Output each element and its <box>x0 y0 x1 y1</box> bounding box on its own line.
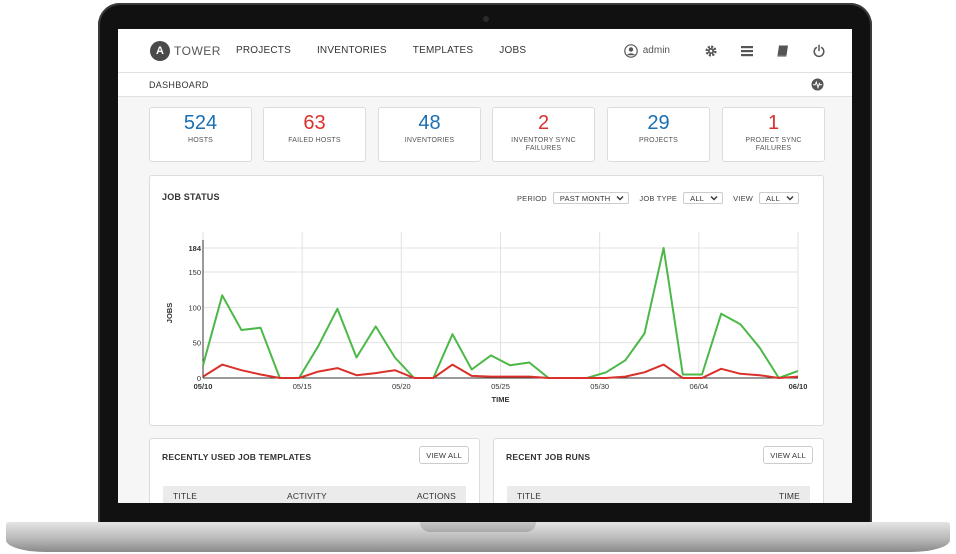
list-icon[interactable] <box>740 44 754 58</box>
username[interactable]: admin <box>643 45 670 56</box>
book-icon[interactable] <box>776 44 790 58</box>
card-hosts[interactable]: 524 HOSTS <box>149 107 252 162</box>
nav-links: PROJECTS INVENTORIES TEMPLATES JOBS <box>236 45 552 56</box>
power-icon[interactable] <box>812 44 826 58</box>
y-tick-label: 150 <box>188 268 201 277</box>
y-axis-label: JOBS <box>165 303 174 323</box>
x-axis-label: TIME <box>492 395 510 404</box>
chevron-down-icon <box>786 196 794 201</box>
x-tick-label: 05/15 <box>293 382 312 391</box>
job-type-value: ALL <box>690 193 705 203</box>
brand-logo: A <box>150 40 170 61</box>
nav-templates[interactable]: TEMPLATES <box>413 45 474 56</box>
card-failed-hosts[interactable]: 63 FAILED HOSTS <box>263 107 366 162</box>
job-status-panel: 05/10 05/15 05/20 05/25 05/30 06/04 06/10 0 50 10… <box>149 175 824 426</box>
y-tick-label: 184 <box>188 244 201 253</box>
period-select[interactable]: PAST MONTH <box>552 192 630 204</box>
x-tick-label: 05/25 <box>491 382 510 391</box>
count-cards: 524 HOSTS 63 FAILED HOSTS 48 INVENTORIES… <box>149 107 825 162</box>
recent-jobs-title: RECENT JOB RUNS <box>506 452 591 462</box>
view-label: VIEW <box>733 193 754 203</box>
user-icon[interactable] <box>623 43 638 58</box>
recent-templates-panel: RECENTLY USED JOB TEMPLATES VIEW ALL TIT… <box>149 438 480 503</box>
breadcrumb[interactable]: DASHBOARD <box>149 80 209 90</box>
chevron-down-icon <box>616 196 624 201</box>
view-value: ALL <box>766 193 780 203</box>
activity-stream-icon[interactable] <box>811 78 824 91</box>
label-inventories: INVENTORIES <box>404 137 455 144</box>
label-project-sync-failures: PROJECT SYNC FAILURES <box>745 137 802 152</box>
x-tick-label: 06/04 <box>689 382 708 391</box>
top-nav: A TOWER PROJECTS INVENTORIES TEMPLATES J… <box>118 29 852 73</box>
x-tick-label: 05/10 <box>194 382 213 391</box>
count-inventories: 48 <box>418 112 441 134</box>
label-inventory-sync-failures: INVENTORY SYNC FAILURES <box>511 137 576 152</box>
count-failed-hosts: 63 <box>303 112 326 134</box>
y-tick-label: 0 <box>197 374 201 383</box>
nav-right: admin <box>623 43 826 58</box>
templates-table-header: TITLE ACTIVITY ACTIONS <box>163 486 466 503</box>
chart-filters: PERIOD PAST MONTH JOB TYPE ALL VIEW ALL <box>517 192 799 204</box>
label-failed-hosts: FAILED HOSTS <box>288 137 341 144</box>
x-tick-label: 05/30 <box>590 382 609 391</box>
view-select[interactable]: ALL <box>759 192 799 204</box>
period-label: PERIOD <box>516 193 547 203</box>
gear-icon[interactable] <box>704 44 718 58</box>
job-type-select[interactable]: ALL <box>683 192 724 204</box>
job-type-label: JOB TYPE <box>639 193 678 203</box>
app-screen: A TOWER PROJECTS INVENTORIES TEMPLATES J… <box>118 29 852 503</box>
col-time[interactable]: TIME <box>779 491 800 501</box>
laptop-notch <box>420 522 536 532</box>
card-projects[interactable]: 29 PROJECTS <box>607 107 710 162</box>
chevron-down-icon <box>710 196 718 201</box>
card-inventory-sync-failures[interactable]: 2 INVENTORY SYNC FAILURES <box>492 107 595 162</box>
col-actions: ACTIONS <box>416 491 456 501</box>
col-activity[interactable]: ACTIVITY <box>287 491 327 501</box>
jobs-view-all-button[interactable]: VIEW ALL <box>763 446 813 464</box>
nav-jobs[interactable]: JOBS <box>499 45 526 56</box>
job-status-title: JOB STATUS <box>162 192 220 202</box>
breadcrumb-bar: DASHBOARD <box>118 73 852 97</box>
brand-name: TOWER <box>174 43 221 58</box>
label-projects: PROJECTS <box>639 137 678 144</box>
count-inventory-sync-failures: 2 <box>537 112 550 134</box>
y-tick-label: 50 <box>193 339 201 348</box>
col-title[interactable]: TITLE <box>173 491 197 501</box>
card-inventories[interactable]: 48 INVENTORIES <box>378 107 481 162</box>
recent-jobs-panel: RECENT JOB RUNS VIEW ALL TITLE TIME <box>493 438 824 503</box>
count-hosts: 524 <box>183 112 218 134</box>
x-tick-label: 05/20 <box>392 382 411 391</box>
jobs-table-header: TITLE TIME <box>507 486 810 503</box>
period-value: PAST MONTH <box>559 193 611 203</box>
job-status-chart: 05/10 05/15 05/20 05/25 05/30 06/04 06/10 0 50 10… <box>165 232 808 404</box>
camera <box>483 16 489 22</box>
count-project-sync-failures: 1 <box>767 112 780 134</box>
count-projects: 29 <box>647 112 670 134</box>
y-tick-label: 100 <box>188 303 201 312</box>
col-title[interactable]: TITLE <box>517 491 541 501</box>
nav-inventories[interactable]: INVENTORIES <box>317 45 387 56</box>
label-hosts: HOSTS <box>187 137 214 144</box>
brand[interactable]: A TOWER <box>150 40 236 61</box>
x-tick-label: 06/10 <box>789 382 808 391</box>
recent-templates-title: RECENTLY USED JOB TEMPLATES <box>162 452 312 462</box>
card-project-sync-failures[interactable]: 1 PROJECT SYNC FAILURES <box>722 107 825 162</box>
nav-projects[interactable]: PROJECTS <box>236 45 291 56</box>
templates-view-all-button[interactable]: VIEW ALL <box>419 446 469 464</box>
